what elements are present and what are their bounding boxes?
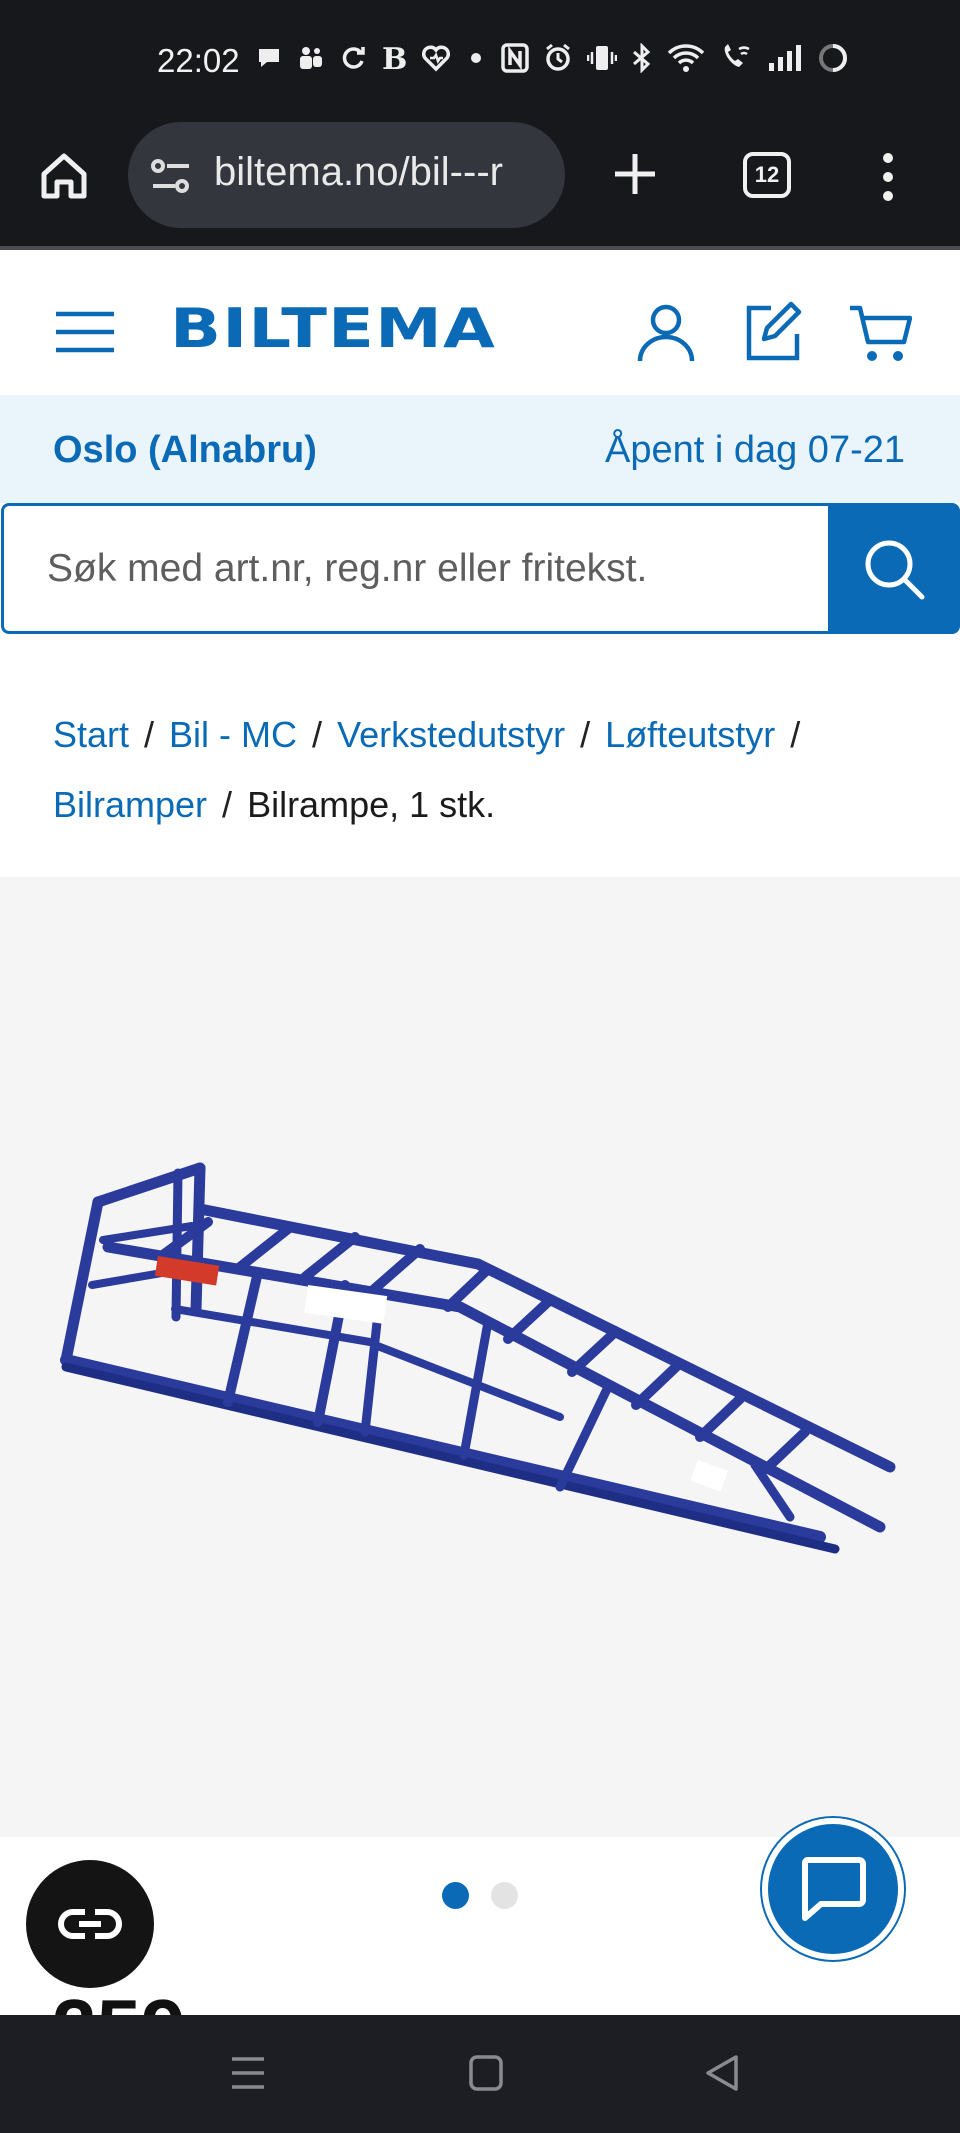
breadcrumb-item-bil-mc[interactable]: Bil - MC <box>169 714 297 755</box>
breadcrumb-item-verkstedutstyr[interactable]: Verkstedutstyr <box>337 714 565 755</box>
breadcrumb-separator: / <box>790 714 801 755</box>
wifi-call-icon <box>724 44 750 67</box>
vibrate-icon <box>587 46 617 70</box>
home-nav-icon[interactable] <box>468 2053 504 2093</box>
breadcrumb-item-start[interactable]: Start <box>53 714 129 755</box>
breadcrumb: Start / Bil - MC / Verkstedutstyr / Løfteutsty… <box>53 700 933 840</box>
gallery-dot-1[interactable] <box>442 1882 469 1909</box>
tab-switcher-button[interactable]: 12 <box>743 152 791 198</box>
gallery-dot-2[interactable] <box>491 1882 518 1909</box>
search-icon <box>865 540 925 599</box>
back-icon[interactable] <box>704 2053 740 2093</box>
signal-icon <box>769 45 801 71</box>
price-value: 259 <box>52 1988 185 2016</box>
product-price: 259 <box>52 1988 185 2016</box>
alarm-icon <box>546 43 570 71</box>
search-button[interactable] <box>828 503 960 634</box>
bold-b-icon: B <box>382 43 407 73</box>
cart-icon[interactable] <box>848 302 912 364</box>
site-header: BILTEMA <box>0 250 960 395</box>
breadcrumb-item-lofteutstyr[interactable]: Løfteutstyr <box>605 714 775 755</box>
heart-icon <box>421 45 451 72</box>
chat-bubble-icon <box>259 49 279 67</box>
search-bar <box>0 503 960 634</box>
new-tab-icon[interactable] <box>612 146 658 202</box>
load-label-sticker <box>690 1460 729 1492</box>
battery-ring-icon <box>819 44 847 72</box>
chat-fab-button[interactable] <box>762 1818 904 1960</box>
recents-icon[interactable] <box>230 2053 266 2093</box>
chat-icon <box>801 1857 866 1921</box>
nfc-icon <box>501 43 529 73</box>
breadcrumb-separator: / <box>312 714 323 755</box>
status-bar: 22:02 B <box>0 0 960 122</box>
breadcrumb-current: Bilrampe, 1 stk. <box>247 784 496 825</box>
system-navigation-bar <box>0 2015 960 2133</box>
store-bar: Oslo (Alnabru) Åpent i dag 07-21 <box>0 395 960 503</box>
status-icons: B <box>255 42 849 74</box>
site-settings-icon[interactable] <box>150 156 192 196</box>
breadcrumb-item-bilramper[interactable]: Bilramper <box>53 784 207 825</box>
svg-text:B: B <box>382 43 407 73</box>
link-fab-button[interactable] <box>26 1860 154 1988</box>
teams-icon <box>300 47 322 69</box>
product-gallery[interactable] <box>0 877 960 1837</box>
address-bar[interactable]: biltema.no/bil---r <box>128 122 565 228</box>
browser-toolbar: biltema.no/bil---r 12 <box>0 122 960 250</box>
link-icon <box>58 1909 122 1939</box>
search-input[interactable] <box>1 503 829 634</box>
hamburger-menu-icon[interactable] <box>54 310 116 354</box>
sync-icon <box>342 47 365 69</box>
status-time: 22:02 <box>157 42 240 79</box>
dot-icon <box>471 53 481 63</box>
shopping-list-edit-icon[interactable] <box>743 300 803 362</box>
breadcrumb-separator: / <box>144 714 155 755</box>
breadcrumb-separator: / <box>222 784 233 825</box>
home-icon[interactable] <box>36 148 92 204</box>
bluetooth-icon <box>633 43 651 73</box>
url-text[interactable]: biltema.no/bil---r <box>214 150 549 195</box>
biltema-logo[interactable]: BILTEMA <box>170 302 496 356</box>
blue-car-ramp-image <box>60 1162 896 1554</box>
more-menu-icon[interactable] <box>880 150 896 204</box>
account-icon[interactable] <box>636 303 696 363</box>
breadcrumb-separator: / <box>580 714 591 755</box>
store-name-link[interactable]: Oslo (Alnabru) <box>53 429 317 472</box>
store-hours[interactable]: Åpent i dag 07-21 <box>605 429 905 472</box>
wifi-icon <box>667 44 705 72</box>
